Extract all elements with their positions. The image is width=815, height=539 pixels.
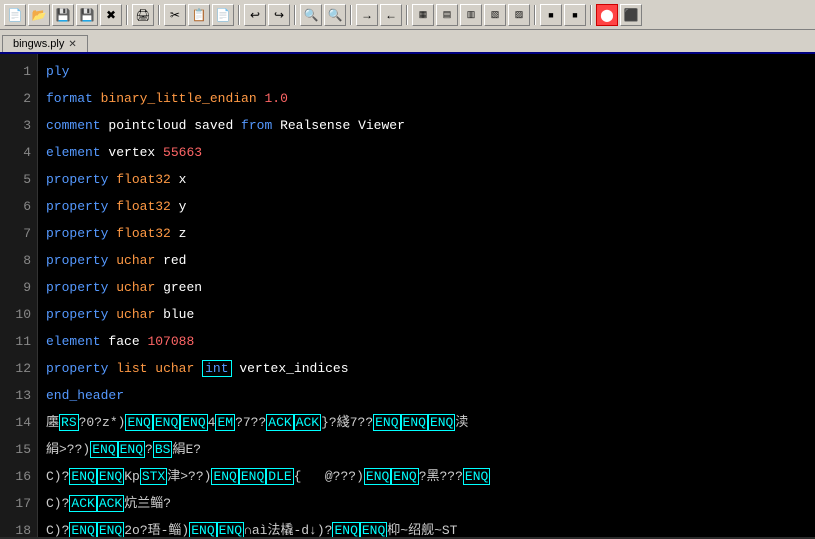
toolbar-separator-5 — [350, 5, 352, 25]
line-num: 16 — [6, 463, 31, 490]
view5-button[interactable]: ▨ — [508, 4, 530, 26]
toolbar-separator-4 — [294, 5, 296, 25]
cut-button[interactable]: ✂ — [164, 4, 186, 26]
line-num: 4 — [6, 139, 31, 166]
editor[interactable]: 1 2 3 4 5 6 7 8 9 10 11 12 13 14 15 16 1… — [0, 54, 815, 537]
redo-button[interactable]: ↪ — [268, 4, 290, 26]
line-num: 10 — [6, 301, 31, 328]
code-line-5: property float32 x — [46, 166, 807, 193]
toolbar: 📄 📂 💾 💾 ✖ 🖨 ✂ 📋 📄 ↩ ↪ 🔍 🔍 → ← ▦ ▤ ▥ ▧ ▨ … — [0, 0, 815, 30]
toolbar-separator-2 — [158, 5, 160, 25]
save-button[interactable]: 💾 — [52, 4, 74, 26]
line-num: 6 — [6, 193, 31, 220]
code-line-8: property uchar red — [46, 247, 807, 274]
code-line-14: 廛RS?0?z*)ENQENQENQ4EM?7??ACKACK}?綫7??ENQ… — [46, 409, 807, 436]
line-num: 11 — [6, 328, 31, 355]
toolbar-separator-1 — [126, 5, 128, 25]
code-line-4: element vertex 55663 — [46, 139, 807, 166]
view3-button[interactable]: ▥ — [460, 4, 482, 26]
line-num: 9 — [6, 274, 31, 301]
view4-button[interactable]: ▧ — [484, 4, 506, 26]
undo-button[interactable]: ↩ — [244, 4, 266, 26]
tab-close-icon[interactable]: ✕ — [68, 39, 76, 50]
view1-button[interactable]: ▦ — [412, 4, 434, 26]
open-button[interactable]: 📂 — [28, 4, 50, 26]
line-num: 13 — [6, 382, 31, 409]
macro2-button[interactable]: ■ — [564, 4, 586, 26]
code-line-6: property float32 y — [46, 193, 807, 220]
line-num: 8 — [6, 247, 31, 274]
code-line-15: 絹>??)ENQENQ?BS絹E? — [46, 436, 807, 463]
line-numbers: 1 2 3 4 5 6 7 8 9 10 11 12 13 14 15 16 1… — [0, 54, 38, 537]
code-line-17: C)?ACKACK炕兰鲻? — [46, 490, 807, 517]
indent-button[interactable]: → — [356, 4, 378, 26]
toolbar-separator-7 — [534, 5, 536, 25]
line-num: 1 — [6, 58, 31, 85]
print-button[interactable]: 🖨 — [132, 4, 154, 26]
code-line-12: property list uchar int vertex_indices — [46, 355, 807, 382]
copy-button[interactable]: 📋 — [188, 4, 210, 26]
save-all-button[interactable]: 💾 — [76, 4, 98, 26]
code-area[interactable]: ply format binary_little_endian 1.0 comm… — [38, 54, 815, 537]
line-num: 5 — [6, 166, 31, 193]
macro-button[interactable]: ■ — [540, 4, 562, 26]
code-line-10: property uchar blue — [46, 301, 807, 328]
tab-bar: bingws.ply ✕ — [0, 30, 815, 54]
code-line-3: comment pointcloud saved from Realsense … — [46, 112, 807, 139]
toolbar-separator-8 — [590, 5, 592, 25]
code-line-1: ply — [46, 58, 807, 85]
code-line-18: C)?ENQENQ2o?珸-鲻)ENQENQ∩aì法橇-d↓)?ENQENQ枊~… — [46, 517, 807, 537]
line-num: 15 — [6, 436, 31, 463]
toolbar-separator-6 — [406, 5, 408, 25]
code-line-2: format binary_little_endian 1.0 — [46, 85, 807, 112]
settings-button[interactable]: ⬛ — [620, 4, 642, 26]
line-num: 3 — [6, 112, 31, 139]
line-num: 2 — [6, 85, 31, 112]
line-num: 18 — [6, 517, 31, 537]
file-tab[interactable]: bingws.ply ✕ — [2, 35, 88, 52]
line-num: 14 — [6, 409, 31, 436]
replace-button[interactable]: 🔍 — [324, 4, 346, 26]
tab-label: bingws.ply — [13, 38, 64, 50]
code-line-16: C)?ENQENQKpSTX津>??)ENQENQDLE{ @???)ENQEN… — [46, 463, 807, 490]
code-line-9: property uchar green — [46, 274, 807, 301]
new-button[interactable]: 📄 — [4, 4, 26, 26]
record-button[interactable]: ⬤ — [596, 4, 618, 26]
line-num: 7 — [6, 220, 31, 247]
line-num: 17 — [6, 490, 31, 517]
code-line-13: end_header — [46, 382, 807, 409]
close-button[interactable]: ✖ — [100, 4, 122, 26]
view2-button[interactable]: ▤ — [436, 4, 458, 26]
unindent-button[interactable]: ← — [380, 4, 402, 26]
code-line-11: element face 107088 — [46, 328, 807, 355]
paste-button[interactable]: 📄 — [212, 4, 234, 26]
toolbar-separator-3 — [238, 5, 240, 25]
find-button[interactable]: 🔍 — [300, 4, 322, 26]
main-container: 📄 📂 💾 💾 ✖ 🖨 ✂ 📋 📄 ↩ ↪ 🔍 🔍 → ← ▦ ▤ ▥ ▧ ▨ … — [0, 0, 815, 537]
code-line-7: property float32 z — [46, 220, 807, 247]
line-num: 12 — [6, 355, 31, 382]
